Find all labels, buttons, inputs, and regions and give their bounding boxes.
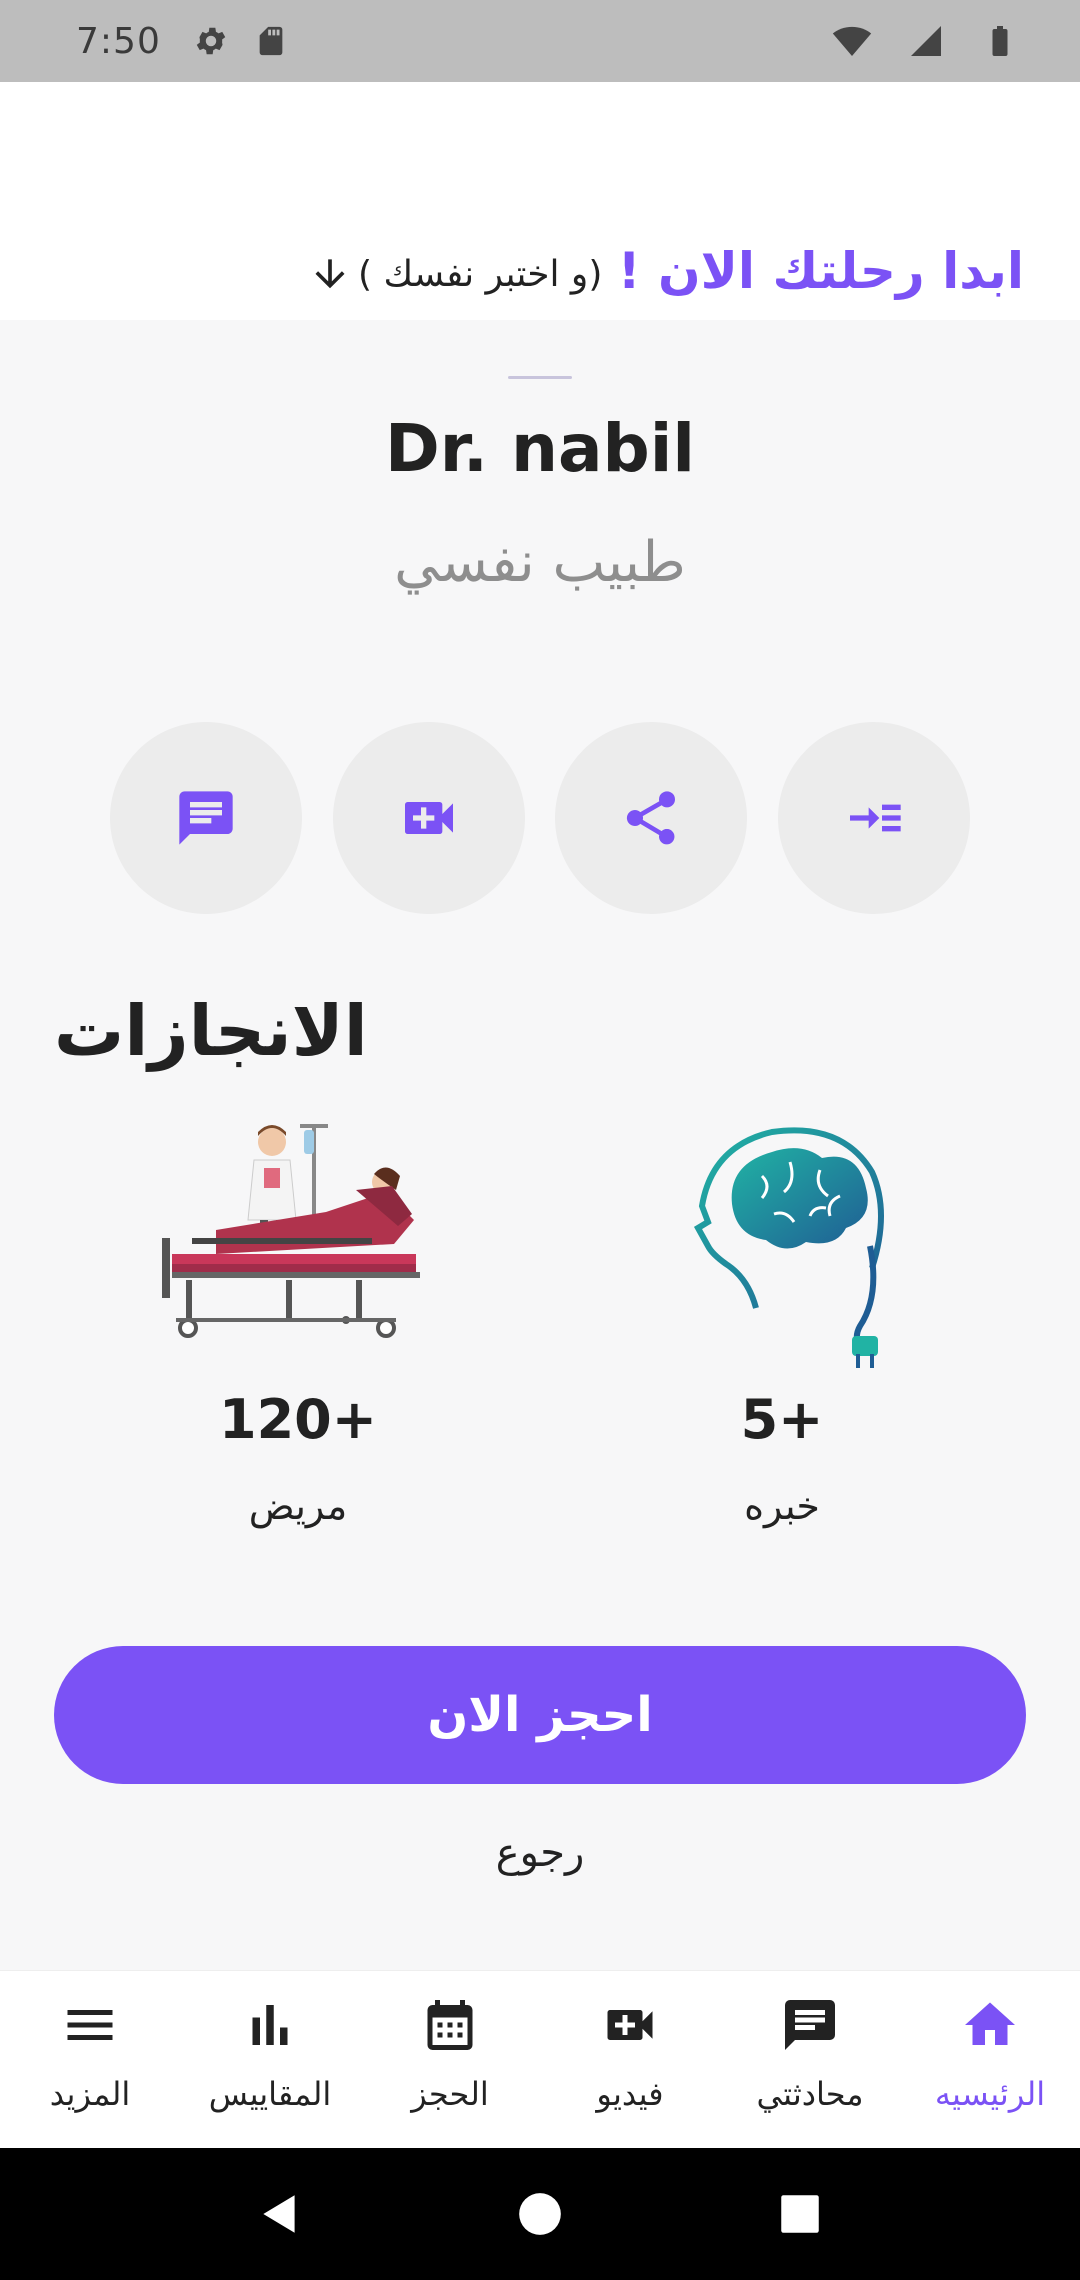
nav-label: فيديو — [596, 2075, 664, 2113]
recents-icon[interactable] — [775, 2189, 825, 2239]
system-nav — [0, 2148, 1080, 2280]
test-yourself-link[interactable]: ( و اختبر نفسك) — [308, 252, 602, 296]
nav-item-home[interactable]: الرئيسيه — [900, 1971, 1080, 2148]
action-buttons — [110, 722, 970, 914]
status-time: 7:50 — [76, 20, 161, 62]
profile-divider — [508, 376, 572, 379]
back-icon[interactable] — [255, 2189, 305, 2239]
book-now-button[interactable]: احجز الان — [54, 1646, 1026, 1784]
nav-item-more[interactable]: المزيد — [0, 1971, 180, 2148]
calendar-icon — [427, 2000, 473, 2050]
share-icon — [627, 791, 676, 845]
home-icon — [965, 2002, 1015, 2045]
video-call-button[interactable] — [332, 722, 525, 914]
stat-patients-value: 120+ — [219, 1388, 377, 1451]
chat-button[interactable] — [110, 722, 302, 914]
test-yourself-text: ( و اختبر نفسك) — [358, 253, 603, 295]
nav-label: الحجز — [411, 2075, 489, 2113]
journey-heading: ابدا رحلتك الان ! — [617, 242, 1024, 300]
menu-icon — [67, 2010, 113, 2040]
signal-icon — [906, 21, 946, 61]
achievements-title: الانجازات — [54, 990, 368, 1072]
nav-item-measures[interactable]: المقاييس — [180, 1971, 360, 2148]
doctor-title: طبيب نفسي — [394, 530, 686, 595]
video-call-icon — [404, 802, 453, 834]
doctor-name: Dr. nabil — [385, 410, 695, 487]
video-call-icon — [607, 2010, 653, 2040]
nav-label: محادثتي — [756, 2075, 864, 2113]
enter-button[interactable] — [777, 722, 970, 914]
home-circle-icon[interactable] — [515, 2189, 565, 2239]
arrow-down-icon — [315, 259, 345, 289]
nav-item-video[interactable]: فيديو — [540, 1971, 720, 2148]
back-link[interactable]: رجوع — [0, 1830, 1080, 1876]
share-button[interactable] — [555, 722, 748, 914]
battery-icon — [980, 21, 1020, 61]
stat-experience-value: 5+ — [740, 1388, 824, 1451]
stat-patients-label: مريض — [248, 1484, 348, 1528]
nav-item-chats[interactable]: محادثتي — [720, 1971, 900, 2148]
status-bar: 7:50 — [0, 0, 1080, 82]
chat-icon — [785, 2000, 835, 2050]
chat-icon — [179, 791, 233, 845]
bar-chart-icon — [252, 2005, 288, 2045]
nav-label: الرئيسيه — [934, 2075, 1046, 2113]
patient-bed-illustration — [162, 1124, 420, 1338]
gear-icon — [191, 21, 231, 61]
brain-illustration — [693, 1127, 884, 1368]
nav-label: المزيد — [49, 2075, 131, 2113]
nav-label: المقاييس — [208, 2075, 332, 2113]
indent-icon — [849, 804, 901, 832]
nav-item-booking[interactable]: الحجز — [360, 1971, 540, 2148]
header: ابدا رحلتك الان ! ( و اختبر نفسك) — [0, 82, 1080, 320]
sd-card-icon — [251, 21, 291, 61]
wifi-icon — [832, 21, 872, 61]
bottom-nav: المزيد المقاييس الحجز فيديو محادثتي الرئ… — [0, 1970, 1080, 2148]
stat-experience-label: خبره — [744, 1484, 820, 1528]
